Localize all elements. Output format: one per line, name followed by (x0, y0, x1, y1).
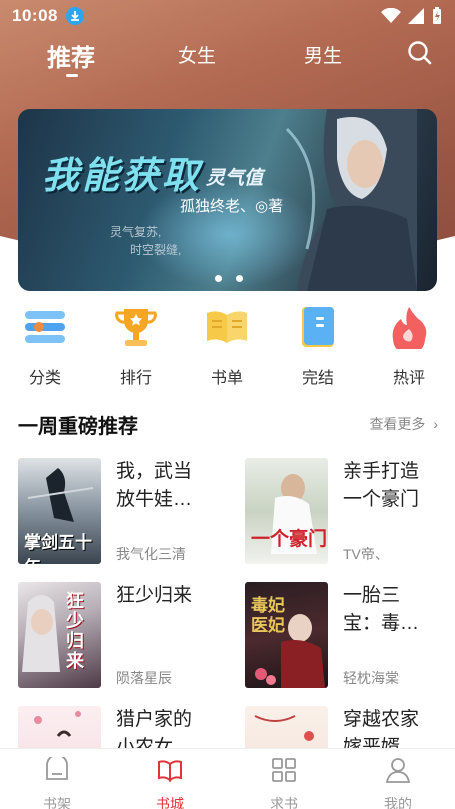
book-author: 我气化三清 (116, 546, 186, 562)
book-card[interactable]: 掌剑五十年 我，武当放牛娃… 我气化三清 (18, 458, 218, 566)
search-icon[interactable] (407, 40, 433, 66)
category-label: 热评 (392, 370, 425, 387)
category-label: 完结 (301, 370, 334, 387)
nav-bookstore[interactable]: 书城 (140, 757, 200, 809)
book-card[interactable]: 毒妃医妃 一胎三宝：毒… 轻枕海棠 (245, 582, 445, 690)
book-cover: 狂少归来 (18, 582, 101, 688)
book-title: 我，武当放牛娃… (116, 461, 193, 510)
nav-label: 求书 (270, 796, 298, 809)
nav-label: 书架 (43, 796, 71, 809)
section-title: 一周重磅推荐 (18, 416, 138, 438)
book-title: 一胎三宝：毒… (343, 585, 420, 634)
wifi-icon (381, 8, 401, 23)
see-more-label: 查看更多 (369, 416, 426, 432)
nav-request-book[interactable]: 求书 (254, 757, 314, 809)
download-icon (65, 7, 84, 25)
book-card[interactable]: 狂少归来 狂少归来 陨落星辰 (18, 582, 218, 690)
status-time: 10:08 (12, 6, 58, 25)
chevron-right-icon: › (433, 416, 438, 432)
category-booklist[interactable]: 书单 (192, 305, 262, 388)
category-shortcuts: 分类 排行 书单 完结 热评 (0, 300, 455, 390)
book-card[interactable]: 一个豪门 亲手打造一个豪门 TV帝、 (245, 458, 445, 566)
book-cover: 一个豪门 (245, 458, 328, 564)
tab-female[interactable]: 女生 (178, 41, 216, 68)
book-title: 狂少归来 (116, 585, 193, 606)
category-completed[interactable]: 完结 (283, 305, 353, 388)
banner-subtitle: 灵气值 (206, 168, 264, 189)
closed-book-icon (302, 307, 334, 347)
top-nav: 推荐 女生 男生 (0, 32, 455, 82)
open-book-icon (207, 311, 247, 343)
pagination-dot[interactable] (236, 275, 243, 282)
banner-author: 孤独终老、◎著 (180, 198, 284, 215)
book-author: TV帝、 (343, 546, 389, 562)
banner-tagline-2: 时空裂缝, (130, 243, 182, 257)
book-title: 亲手打造一个豪门 (343, 461, 420, 510)
active-tab-indicator (66, 74, 78, 77)
book-cover: 掌剑五十年 (18, 458, 101, 564)
book-author: 陨落星辰 (116, 670, 172, 686)
status-bar: 10:08 (0, 0, 455, 32)
tab-recommend[interactable]: 推荐 (47, 38, 95, 73)
promo-banner[interactable]: 我能获取 灵气值 孤独终老、◎著 灵气复苏, 时空裂缝, (18, 109, 437, 291)
banner-title: 我能获取 (42, 153, 202, 197)
list-icon (25, 311, 65, 343)
banner-tagline: 灵气复苏, 时空裂缝, (110, 223, 181, 259)
cover-title: 一个豪门 (251, 528, 328, 550)
category-hot-reviews[interactable]: 热评 (374, 305, 444, 388)
pagination-dot[interactable] (215, 275, 222, 282)
flame-icon (392, 307, 427, 355)
book-author: 轻枕海棠 (343, 670, 399, 686)
cover-title: 毒妃医妃 (251, 596, 285, 636)
bookshelf-icon (46, 754, 68, 780)
battery-icon (433, 7, 441, 24)
bottom-nav: 书架 书城 求书 我的 (0, 748, 455, 809)
trophy-icon (115, 309, 157, 346)
nav-profile[interactable]: 我的 (368, 757, 428, 809)
weekly-recommend-header: 一周重磅推荐 查看更多 › (18, 406, 438, 438)
cover-title: 狂少归来 (66, 591, 84, 672)
tab-male[interactable]: 男生 (304, 41, 342, 68)
user-icon (385, 758, 411, 783)
banner-pagination (215, 275, 243, 282)
see-more-link[interactable]: 查看更多 › (369, 414, 438, 434)
nav-label: 书城 (156, 796, 184, 809)
signal-icon (408, 8, 424, 24)
category-label: 分类 (28, 370, 61, 387)
category-label: 排行 (119, 370, 152, 387)
nav-label: 我的 (384, 796, 412, 809)
book-cover: 毒妃医妃 (245, 582, 328, 688)
cover-title: 掌剑五十年 (24, 533, 92, 564)
category-classify[interactable]: 分类 (10, 305, 80, 388)
banner-character-illustration (285, 109, 417, 291)
category-label: 书单 (210, 370, 243, 387)
banner-tagline-1: 灵气复苏, (110, 225, 162, 239)
bookstore-icon (158, 760, 182, 783)
nav-bookshelf[interactable]: 书架 (27, 754, 87, 809)
category-ranking[interactable]: 排行 (101, 305, 171, 388)
grid-icon (272, 758, 296, 782)
